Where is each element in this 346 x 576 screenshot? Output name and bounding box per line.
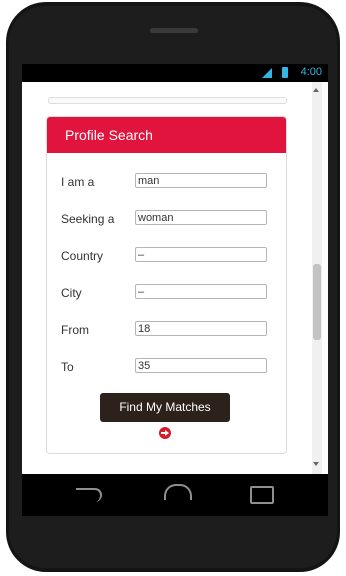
label-country: Country (61, 249, 104, 263)
device-screen: 4:00 Profile Search I am a man Seeking a… (22, 64, 328, 474)
top-strip (48, 97, 287, 104)
card-title: Profile Search (65, 127, 153, 143)
home-icon[interactable] (164, 484, 192, 500)
label-to: To (61, 360, 74, 374)
status-bar: 4:00 (22, 64, 328, 82)
find-my-matches-button[interactable]: Find My Matches (100, 393, 230, 422)
label-from: From (61, 323, 89, 337)
label-city: City (61, 286, 82, 300)
city-select[interactable]: – (135, 284, 267, 299)
scroll-down-icon[interactable] (313, 462, 319, 466)
back-icon[interactable] (76, 488, 102, 502)
label-seeking-a: Seeking a (61, 212, 115, 226)
navigation-bar (22, 474, 328, 516)
card-header: Profile Search (47, 117, 286, 153)
scroll-up-icon[interactable] (313, 88, 319, 92)
i-am-a-select[interactable]: man (135, 173, 267, 188)
age-to-input[interactable]: 35 (135, 358, 267, 373)
web-viewport: Profile Search I am a man Seeking a woma… (22, 82, 328, 474)
label-i-am-a: I am a (61, 175, 95, 189)
status-time: 4:00 (300, 66, 322, 78)
speaker-grille (150, 28, 198, 33)
age-from-input[interactable]: 18 (135, 321, 267, 336)
country-select[interactable]: – (135, 247, 267, 262)
scrollbar-thumb[interactable] (313, 264, 321, 340)
arrow-right-circle-icon[interactable] (159, 427, 171, 439)
signal-icon (262, 68, 272, 78)
profile-search-card: Profile Search I am a man Seeking a woma… (46, 116, 287, 454)
battery-icon (282, 67, 288, 78)
seeking-a-select[interactable]: woman (135, 210, 267, 225)
recent-apps-icon[interactable] (250, 486, 274, 504)
